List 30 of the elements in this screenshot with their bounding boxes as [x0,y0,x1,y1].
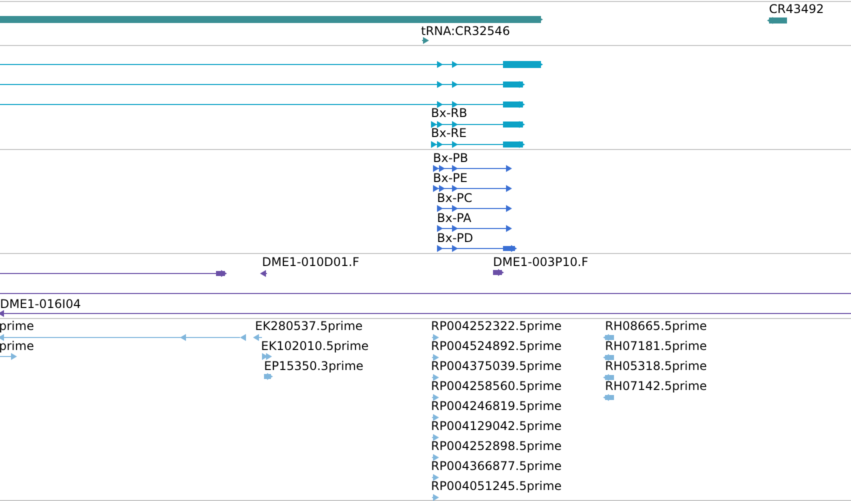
feature-label: RP004366877.5prime [431,459,562,473]
feature-label: RH05318.5prime [605,359,707,373]
feature-label: tRNA:CR32546 [421,24,510,38]
feature-label: EP15350.3prime [264,359,364,373]
feature-label: Bx-RB [431,106,468,120]
feature-label: RP004252898.5prime [431,439,562,453]
feature-label: RH07181.5prime [605,339,707,353]
feature-label: Bx-PE [433,171,468,185]
feature-label: prime [0,339,34,353]
feature-label: Bx-PC [437,191,472,205]
feature-label: Bx-PA [437,211,472,225]
feature-label: RP004246819.5prime [431,399,562,413]
feature-label: RP004051245.5prime [431,479,562,493]
feature-label: RP004258560.5prime [431,379,562,393]
feature-label: EK280537.5prime [255,319,363,333]
feature-label: Bx-PD [437,231,474,245]
feature-label: EK102010.5prime [261,339,369,353]
feature-label: RP004375039.5prime [431,359,562,373]
feature-label: RP004129042.5prime [431,419,562,433]
feature-label: RP004252322.5prime [431,319,562,333]
feature-label: prime [0,319,34,333]
feature-label: Bx-RE [431,126,467,140]
feature-label: CR43492 [769,2,824,16]
feature-label: DME1-003P10.F [493,255,588,269]
feature-label: RP004524892.5prime [431,339,562,353]
feature-label: RH08665.5prime [605,319,707,333]
feature-label: DME1-016I04 [0,297,81,311]
feature-label: Bx-PB [433,151,468,165]
feature-label: DME1-010D01.F [262,255,360,269]
feature-label: RH07142.5prime [605,379,707,393]
